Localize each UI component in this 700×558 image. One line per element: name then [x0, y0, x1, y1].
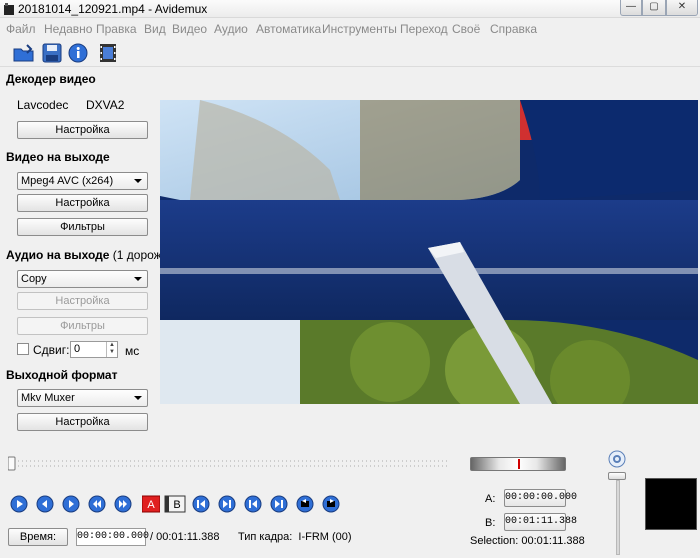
save-icon[interactable] — [40, 41, 64, 65]
volume-slider-thumb[interactable] — [608, 472, 626, 480]
output-format-heading: Выходной формат — [6, 368, 118, 382]
go-to-marker-a-icon[interactable] — [192, 495, 210, 513]
minimize-button[interactable]: — — [620, 0, 642, 16]
menu-view[interactable]: Вид — [144, 22, 166, 36]
chevron-down-icon — [134, 277, 142, 281]
video-codec-select[interactable]: Mpeg4 AVC (x264) — [17, 172, 148, 190]
selection-a-value[interactable]: 00:00:00.000 — [504, 489, 577, 507]
decoder-hwaccel: DXVA2 — [86, 98, 125, 112]
decoder-heading: Декодер видео — [6, 72, 96, 86]
audio-codec-select[interactable]: Copy — [17, 270, 148, 288]
marker-a-glyph: A — [147, 499, 155, 511]
output-format-select[interactable]: Mkv Muxer — [17, 389, 148, 407]
audio-codec-value: Copy — [21, 273, 47, 285]
previous-keyframe-icon[interactable] — [88, 495, 106, 513]
decoder-codec: Lavcodec — [17, 98, 69, 112]
jog-center-mark — [518, 459, 520, 469]
menu-bar: Файл Недавно Правка Вид Видео Аудио Авто… — [0, 20, 700, 38]
menu-audio[interactable]: Аудио — [214, 22, 248, 36]
next-frame-icon[interactable] — [62, 495, 80, 513]
menu-help[interactable]: Справка — [490, 22, 537, 36]
timeline-slider[interactable] — [7, 454, 452, 472]
selection-a-label: A: — [485, 493, 496, 505]
shift-value: 0 — [74, 343, 81, 355]
output-format-settings-button[interactable]: Настройка — [17, 413, 148, 431]
set-marker-a-icon[interactable]: A — [142, 495, 160, 513]
output-format-value: Mkv Muxer — [21, 392, 75, 404]
shift-input[interactable]: 0 ▲ ▼ — [70, 341, 118, 358]
volume-icon[interactable] — [608, 450, 626, 468]
volume-slider-track[interactable] — [616, 480, 620, 555]
app-icon — [4, 3, 14, 15]
decoder-settings-button[interactable]: Настройка — [17, 121, 148, 139]
audio-level-meter — [645, 478, 697, 530]
current-time-field[interactable]: 00:00:00.000 — [76, 528, 149, 546]
video-preview[interactable] — [160, 100, 698, 404]
open-file-icon[interactable] — [12, 41, 36, 65]
shift-unit: мс — [125, 344, 140, 358]
selection-duration: Selection: 00:01:11.388 — [470, 535, 585, 547]
chevron-down-icon — [134, 179, 142, 183]
menu-tools[interactable]: Инструменты — [322, 22, 397, 36]
video-codec-value: Mpeg4 AVC (x264) — [21, 175, 114, 187]
audio-filters-button[interactable]: Фильтры — [17, 317, 148, 335]
toolbar — [0, 39, 700, 67]
total-time: / 00:01:11.388 — [150, 531, 220, 543]
selection-b-value[interactable]: 00:01:11.388 — [504, 513, 577, 531]
video-filters-button[interactable]: Фильтры — [17, 218, 148, 236]
close-button[interactable]: ✕ — [666, 0, 698, 16]
audio-settings-button[interactable]: Настройка — [17, 292, 148, 310]
frame-type: Тип кадра: I-FRM (00) — [238, 531, 352, 543]
audio-output-heading: Аудио на выходе — [6, 248, 110, 262]
set-marker-b-icon[interactable]: B — [164, 495, 186, 513]
window-title: 20181014_120921.mp4 - Avidemux — [18, 2, 208, 16]
go-to-marker-b-icon[interactable] — [218, 495, 236, 513]
next-keyframe-icon[interactable] — [114, 495, 132, 513]
maximize-button[interactable]: ▢ — [642, 0, 666, 16]
go-to-first-frame-icon[interactable] — [244, 495, 262, 513]
spin-arrows-icon[interactable]: ▲ ▼ — [106, 342, 117, 357]
jog-shuttle[interactable] — [470, 457, 566, 471]
menu-go[interactable]: Переход — [400, 22, 448, 36]
previous-frame-icon[interactable] — [36, 495, 54, 513]
next-black-frame-icon[interactable] — [322, 495, 340, 513]
menu-video[interactable]: Видео — [172, 22, 207, 36]
previous-black-frame-icon[interactable] — [296, 495, 314, 513]
menu-recent[interactable]: Недавно — [44, 22, 92, 36]
menu-edit[interactable]: Правка — [96, 22, 137, 36]
time-button[interactable]: Время: — [8, 528, 68, 546]
chevron-down-icon — [134, 396, 142, 400]
info-icon[interactable] — [66, 41, 90, 65]
title-bar: 20181014_120921.mp4 - Avidemux — ▢ ✕ — [0, 0, 700, 18]
video-output-heading: Видео на выходе — [6, 150, 110, 164]
play-icon[interactable] — [10, 495, 28, 513]
timeline-thumb[interactable] — [7, 456, 16, 471]
shift-checkbox[interactable] — [17, 343, 29, 355]
shift-label: Сдвиг: — [33, 343, 70, 357]
go-to-last-frame-icon[interactable] — [270, 495, 288, 513]
audio-output-heading-row: Аудио на выходе (1 дорожек) — [6, 248, 178, 262]
menu-file[interactable]: Файл — [6, 22, 36, 36]
video-frame-image — [160, 100, 698, 404]
menu-auto[interactable]: Автоматика — [256, 22, 321, 36]
film-strip-icon[interactable] — [96, 41, 120, 65]
video-settings-button[interactable]: Настройка — [17, 194, 148, 212]
selection-b-label: B: — [485, 517, 496, 529]
marker-b-glyph: B — [173, 499, 180, 511]
menu-custom[interactable]: Своё — [452, 22, 480, 36]
